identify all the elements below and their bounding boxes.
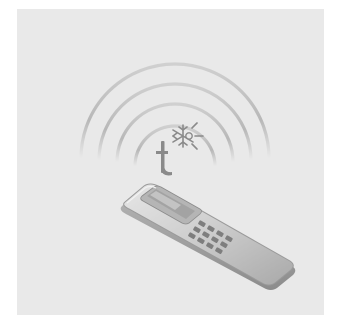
illustration-canvas [0,0,340,321]
signal-waves-icon [79,62,271,168]
remote-control-icon [120,183,296,290]
remote-signal-illustration [79,62,296,290]
temperature-t-icon [156,141,172,176]
